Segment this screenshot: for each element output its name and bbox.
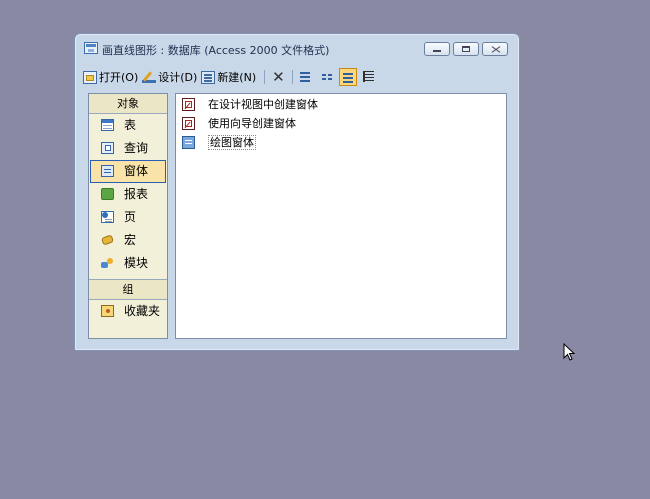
list-item-label: 使用向导创建窗体: [208, 117, 296, 130]
object-item-label: 报表: [124, 187, 149, 201]
list-item[interactable]: 使用向导创建窗体: [176, 114, 506, 133]
list-view-icon: [342, 73, 353, 75]
object-item-queries[interactable]: 查询: [89, 137, 167, 160]
database-toolbar: 打开(O) 设计(D) 新建(N) ✕: [83, 65, 511, 89]
query-icon: [101, 142, 114, 154]
object-item-label: 页: [124, 210, 137, 224]
object-item-pages[interactable]: 页: [89, 206, 167, 229]
large-icons-icon: [299, 72, 310, 74]
objects-header[interactable]: 对象: [89, 94, 167, 114]
report-icon: [101, 188, 114, 200]
page-icon: [101, 211, 114, 223]
design-button[interactable]: 设计(D): [142, 69, 197, 85]
group-item-label: 收藏夹: [124, 304, 161, 318]
object-list: 在设计视图中创建窗体 使用向导创建窗体 绘图窗体: [175, 93, 507, 339]
favorites-folder-icon: [101, 305, 114, 317]
module-icon: [101, 257, 114, 269]
object-item-label: 查询: [124, 141, 149, 155]
list-item-label: 在设计视图中创建窗体: [208, 98, 318, 111]
list-item[interactable]: 绘图窗体: [176, 133, 506, 152]
form-icon: [182, 136, 195, 149]
new-label: 新建(N): [217, 71, 257, 84]
database-window: 画直线图形 : 数据库 (Access 2000 文件格式) 打开(O) 设计(…: [74, 33, 520, 351]
open-label: 打开(O): [99, 71, 139, 84]
database-window-icon: [84, 42, 98, 54]
object-item-label: 宏: [124, 233, 137, 247]
objects-bar: 对象 表 查询 窗体 报表 页 宏 模块 组 收藏夹: [88, 93, 168, 339]
new-icon: [201, 70, 216, 84]
details-view-icon: [362, 71, 374, 82]
delete-button[interactable]: ✕: [272, 69, 285, 85]
object-item-forms[interactable]: 窗体: [90, 160, 166, 183]
object-item-label: 表: [124, 118, 137, 132]
object-item-label: 窗体: [124, 164, 149, 178]
large-icons-button[interactable]: [297, 68, 315, 86]
group-item-favorites[interactable]: 收藏夹: [89, 300, 167, 323]
table-icon: [101, 119, 114, 131]
object-item-label: 模块: [124, 256, 149, 270]
groups-header[interactable]: 组: [89, 279, 167, 300]
macro-icon: [101, 234, 114, 246]
mouse-cursor-icon: [563, 343, 576, 361]
form-wizard-icon: [182, 117, 195, 130]
toolbar-separator: [291, 70, 293, 84]
maximize-button[interactable]: [453, 42, 479, 56]
form-icon: [101, 165, 114, 177]
open-button[interactable]: 打开(O): [83, 69, 138, 85]
object-item-tables[interactable]: 表: [89, 114, 167, 137]
design-wizard-icon: [182, 98, 195, 111]
object-item-macros[interactable]: 宏: [89, 229, 167, 252]
small-icons-icon: [321, 74, 326, 76]
title-bar[interactable]: 画直线图形 : 数据库 (Access 2000 文件格式): [75, 34, 519, 62]
object-item-reports[interactable]: 报表: [89, 183, 167, 206]
minimize-button[interactable]: [424, 42, 450, 56]
small-icons-button[interactable]: [318, 68, 336, 86]
list-item-label: 绘图窗体: [208, 135, 256, 150]
toolbar-separator: [264, 70, 266, 84]
design-icon: [142, 71, 157, 84]
design-label: 设计(D): [158, 71, 198, 84]
details-view-button[interactable]: [360, 68, 378, 86]
new-button[interactable]: 新建(N): [201, 69, 256, 85]
open-icon: [83, 70, 97, 84]
list-item[interactable]: 在设计视图中创建窗体: [176, 95, 506, 114]
list-view-button[interactable]: [338, 68, 357, 86]
close-button[interactable]: [482, 42, 508, 56]
object-item-modules[interactable]: 模块: [89, 252, 167, 275]
window-title: 画直线图形 : 数据库 (Access 2000 文件格式): [102, 44, 330, 57]
